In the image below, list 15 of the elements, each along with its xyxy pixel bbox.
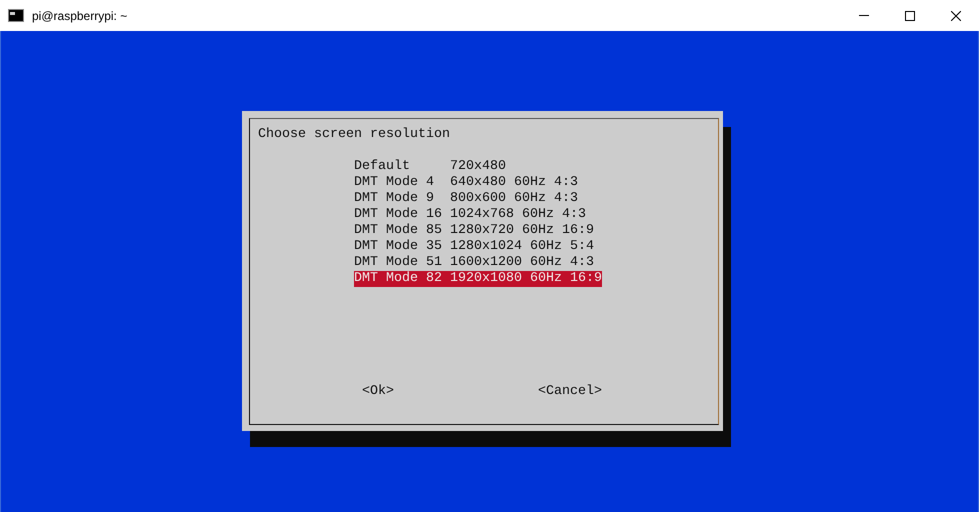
maximize-icon[interactable] bbox=[905, 10, 915, 20]
window-title: pi@raspberrypi: ~ bbox=[32, 8, 128, 22]
ok-button[interactable]: <Ok> bbox=[362, 384, 394, 400]
resolution-option[interactable]: DMT Mode 4 640x480 60Hz 4:3 bbox=[354, 175, 578, 191]
resolution-option[interactable]: DMT Mode 51 1600x1200 60Hz 4:3 bbox=[354, 255, 594, 271]
resolution-option[interactable]: Default 720x480 bbox=[354, 159, 506, 175]
resolution-option[interactable]: DMT Mode 85 1280x720 60Hz 16:9 bbox=[354, 223, 594, 239]
resolution-option[interactable]: DMT Mode 82 1920x1080 60Hz 16:9 bbox=[354, 271, 602, 287]
resolution-option[interactable]: DMT Mode 9 800x600 60Hz 4:3 bbox=[354, 191, 578, 207]
dialog-title: Choose screen resolution bbox=[258, 127, 450, 143]
cancel-button[interactable]: <Cancel> bbox=[538, 384, 602, 400]
close-icon[interactable] bbox=[951, 10, 961, 20]
resolution-option[interactable]: DMT Mode 16 1024x768 60Hz 4:3 bbox=[354, 207, 586, 223]
resolution-option[interactable]: DMT Mode 35 1280x1024 60Hz 5:4 bbox=[354, 239, 594, 255]
terminal-icon bbox=[8, 9, 24, 22]
